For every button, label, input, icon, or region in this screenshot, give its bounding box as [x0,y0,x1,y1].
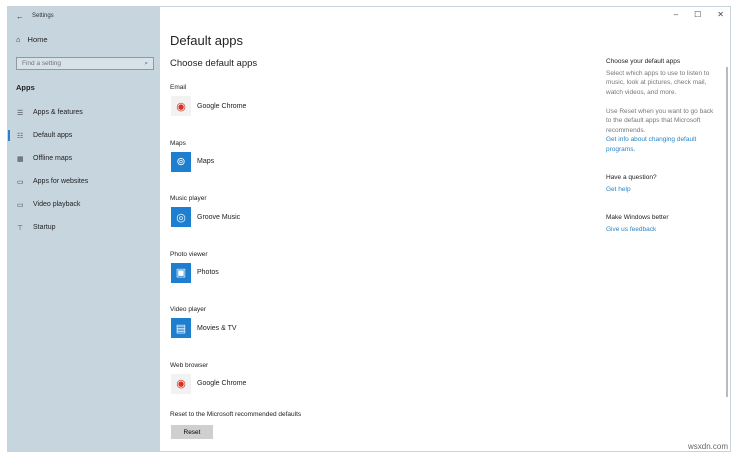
default-app-button[interactable]: ▤ Movies & TV [171,318,237,338]
sidebar-item-label: Default apps [33,132,73,139]
close-button[interactable]: ✕ [717,10,724,19]
nav-icon: ▭ [17,201,24,209]
minimize-button[interactable]: – [674,10,678,19]
nav-icon: ☷ [17,132,24,140]
app-name: Maps [197,158,215,165]
scrollbar[interactable] [726,67,728,397]
nav-icon: ⊤ [17,224,24,232]
section-title: Choose default apps [170,58,258,69]
app-name: Movies & TV [197,324,237,332]
default-app-button[interactable]: ▣ Photos [171,262,219,283]
sidebar-item-label: Apps for websites [33,178,89,185]
help-text-reset: Use Reset when you want to go back to th… [606,107,714,134]
feedback-link[interactable]: Give us feedback [606,225,716,235]
back-button[interactable]: ← [8,12,32,21]
sidebar-item[interactable]: ▦ Offline maps [8,147,160,170]
home-icon: ⌂ [16,35,21,44]
default-app-button[interactable]: ◉ Google Chrome [171,373,247,394]
search-box[interactable]: ⌕ [16,57,154,70]
search-input[interactable] [22,60,132,67]
app-icon: ▤ [171,318,191,338]
category-label: Music player [170,195,207,202]
title-bar: ← Settings [8,7,54,25]
sidebar-item-label: Startup [33,224,56,231]
reset-label: Reset to the Microsoft recommended defau… [170,411,302,418]
app-name: Groove Music [197,213,241,221]
watermark: wsxdn.com [687,442,728,451]
window-title: Settings [32,13,54,19]
page-title: Default apps [170,33,243,48]
app-icon: ▣ [171,262,191,283]
category-label: Maps [170,139,186,147]
sidebar-item-label: Apps & features [33,109,83,116]
home-link[interactable]: ⌂ Home [16,35,48,44]
window-controls: – ☐ ✕ [674,10,724,19]
nav-icon: ☰ [17,109,24,117]
nav-icon: ▦ [17,155,24,163]
settings-window: ←Settings ⌂ Home ⌕ Apps ☰ Apps & features ☷… [7,6,731,452]
reset-button[interactable]: Reset [171,425,213,439]
category-label: Photo viewer [170,250,208,258]
sidebar-item[interactable]: ▭ Video playback [8,193,160,216]
default-app-button[interactable]: ◉ Google Chrome [171,96,246,116]
section-heading: Apps [16,83,35,92]
nav-icon: ▭ [17,178,24,186]
app-name: Google Chrome [197,102,247,110]
question-heading: Have a question? [606,174,657,181]
get-help-link[interactable]: Get help [606,185,716,195]
feedback-heading: Make Windows better [606,214,669,221]
sidebar-item[interactable]: ☰ Apps & features [8,101,160,124]
home-label: Home [27,35,48,44]
category-label: Email [170,84,187,91]
category-label: Video player [170,306,207,313]
sidebar-item-label: Offline maps [33,155,73,162]
search-icon[interactable]: ⌕ [144,60,148,67]
sidebar: ←Settings ⌂ Home ⌕ Apps ☰ Apps & features ☷… [8,7,160,451]
sidebar-item[interactable]: ☷ Default apps [8,124,160,147]
maximize-button[interactable]: ☐ [694,10,701,19]
sidebar-item[interactable]: ⊤ Startup [8,216,160,239]
info-link[interactable]: Get info about changing default programs… [606,135,716,154]
help-panel: Choose your default apps Select which ap… [606,57,716,234]
sidebar-item[interactable]: ▭ Apps for websites [8,170,160,193]
sidebar-item-label: Video playback [33,201,81,208]
app-icon: ⊚ [171,151,191,172]
app-icon: ◉ [171,96,191,116]
category-label: Web browser [170,361,209,369]
app-icon: ◎ [171,207,191,227]
app-name: Photos [197,269,219,276]
help-text: Select which apps to use to listen to mu… [606,69,710,96]
default-app-button[interactable]: ◎ Groove Music [171,207,240,227]
help-heading: Choose your default apps [606,58,681,65]
app-icon: ◉ [171,373,191,394]
app-name: Google Chrome [197,380,247,387]
default-app-button[interactable]: ⊚ Maps [171,151,215,172]
